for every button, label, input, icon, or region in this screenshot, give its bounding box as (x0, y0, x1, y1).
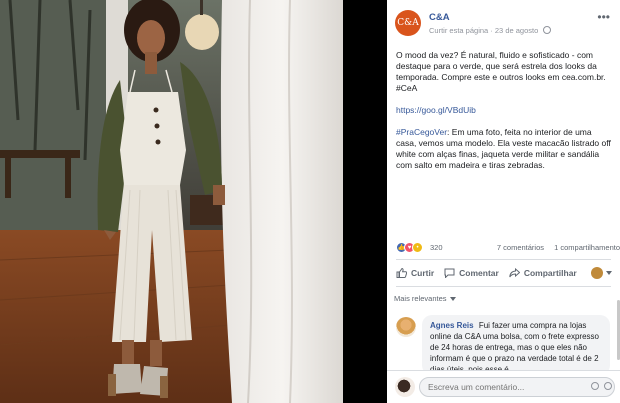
share-label: Compartilhar (523, 268, 577, 278)
comments-count[interactable]: 7 comentários (497, 243, 544, 252)
post-photo[interactable] (0, 0, 387, 403)
chevron-down-icon (449, 296, 456, 301)
meta-separator: · (490, 26, 493, 35)
photo-scene (0, 0, 343, 403)
comments-filter-label: Mais relevantes (394, 294, 447, 303)
page-avatar[interactable]: C&A (395, 10, 421, 36)
commenter-name[interactable]: Agnes Reis (430, 321, 474, 330)
photo-letterbox (343, 0, 387, 403)
post-link[interactable]: https://goo.gl/VBdUib (396, 105, 476, 115)
react-as-selector[interactable] (591, 267, 612, 279)
thumbs-up-icon (396, 268, 407, 278)
comment-icon (444, 268, 455, 278)
emoji-icon[interactable] (591, 382, 599, 390)
more-options-icon[interactable]: ••• (597, 10, 610, 24)
chevron-down-icon (606, 271, 612, 275)
wow-reaction-icon: • (412, 242, 423, 253)
commenter-avatar[interactable] (396, 317, 416, 337)
post-meta: Curtir esta página · 23 de agosto (429, 26, 552, 35)
model-photo (0, 0, 343, 403)
shares-count[interactable]: 1 compartilhamento (554, 243, 620, 252)
post-text: O mood da vez? É natural, fluido e sofis… (396, 50, 611, 182)
post-header: C&A C&A Curtir esta página · 23 de agost… (395, 10, 612, 38)
reaction-count[interactable]: 320 (430, 243, 443, 252)
post-date[interactable]: 23 de agosto (495, 26, 538, 35)
post-paragraph-1: O mood da vez? É natural, fluido e sofis… (396, 50, 606, 93)
comment-item: Agnes Reis Fui fazer uma compra na lojas… (396, 315, 611, 370)
comment-bubble: Agnes Reis Fui fazer uma compra na lojas… (422, 315, 610, 370)
divider (396, 286, 611, 287)
camera-icon[interactable] (604, 382, 612, 390)
share-button[interactable]: Compartilhar (509, 268, 577, 278)
page-name-link[interactable]: C&A (429, 12, 450, 23)
share-icon (509, 268, 520, 278)
reaction-icons[interactable]: 👍 ♥ • (396, 242, 423, 253)
like-button[interactable]: Curtir (396, 268, 434, 278)
post-paragraph-3: #PraCegoVer: Em uma foto, feita no inter… (396, 127, 611, 171)
reactions-bar: 👍 ♥ • 320 7 comentários 1 compartilhamen… (396, 242, 620, 254)
hashtag-link[interactable]: #PraCegoVer (396, 127, 447, 137)
post-panel: C&A C&A Curtir esta página · 23 de agost… (387, 0, 620, 403)
like-page-link[interactable]: Curtir esta página (429, 26, 488, 35)
comment-composer (387, 370, 620, 403)
comment-label: Comentar (459, 268, 499, 278)
comments-filter-dropdown[interactable]: Mais relevantes (394, 294, 456, 303)
composer-icons (591, 382, 612, 390)
mini-avatar (591, 267, 603, 279)
comment-button[interactable]: Comentar (444, 268, 499, 278)
post-actions: Curtir Comentar Compartilhar (396, 264, 612, 282)
globe-icon (543, 26, 552, 34)
like-label: Curtir (411, 268, 435, 278)
user-avatar (395, 377, 415, 397)
comment-input[interactable] (419, 377, 615, 397)
divider (396, 259, 611, 260)
